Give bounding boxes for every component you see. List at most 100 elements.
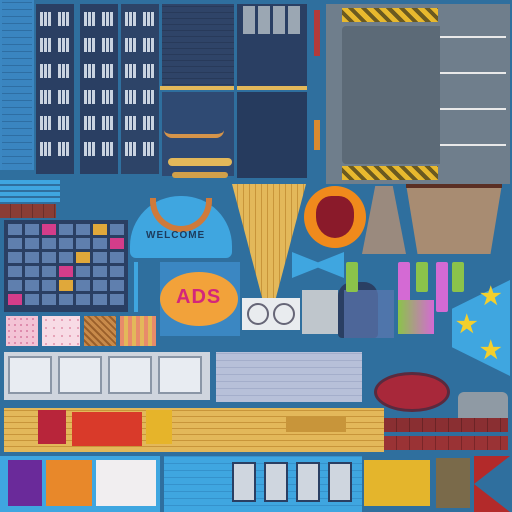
shop-window bbox=[8, 356, 52, 394]
grid-cell bbox=[8, 266, 22, 277]
grid-cell bbox=[93, 280, 107, 291]
tower-window bbox=[102, 90, 114, 104]
poster-yellow bbox=[364, 460, 430, 506]
wood-curve-2 bbox=[168, 158, 232, 166]
grid-cell bbox=[42, 266, 56, 277]
ads-logo-text: ADS bbox=[176, 286, 222, 308]
tower-window bbox=[84, 90, 96, 104]
popcorn-pattern bbox=[120, 316, 156, 346]
tower-window bbox=[40, 12, 52, 26]
red-triangle bbox=[474, 456, 510, 512]
red-pipe bbox=[314, 10, 320, 56]
grid-cell bbox=[42, 252, 56, 263]
tower-window bbox=[84, 116, 96, 130]
poster-white bbox=[96, 460, 156, 506]
grid-cell bbox=[93, 252, 107, 263]
shop-window bbox=[158, 356, 202, 394]
grid-cell bbox=[76, 224, 90, 235]
grid-cell bbox=[59, 224, 73, 235]
grid-cell bbox=[110, 294, 124, 305]
welcome-text: WELCOME bbox=[146, 230, 206, 241]
star-icon-1: ★ bbox=[480, 283, 503, 310]
grid-cell bbox=[42, 224, 56, 235]
grid-cell bbox=[25, 266, 39, 277]
brick-strip bbox=[0, 204, 56, 218]
grid-cell bbox=[110, 224, 124, 235]
poster-2 bbox=[72, 412, 142, 446]
gray-box bbox=[302, 290, 338, 334]
grid-cell bbox=[110, 266, 124, 277]
poster-3 bbox=[146, 410, 172, 444]
glass-panel bbox=[328, 462, 352, 502]
shop-window bbox=[58, 356, 102, 394]
dark-panel bbox=[237, 92, 307, 178]
grid-cell bbox=[110, 252, 124, 263]
blue-bracket bbox=[134, 262, 138, 312]
tower-window bbox=[125, 90, 137, 104]
grid-cell bbox=[8, 280, 22, 291]
blue-fabric bbox=[344, 290, 394, 338]
grid-cell bbox=[76, 280, 90, 291]
tower-window bbox=[40, 64, 52, 78]
grid-cell bbox=[25, 294, 39, 305]
grid-cell bbox=[93, 266, 107, 277]
tower-window bbox=[125, 116, 137, 130]
tower-window bbox=[58, 38, 70, 52]
red-oval-mat bbox=[374, 372, 450, 412]
grid-cell bbox=[25, 238, 39, 249]
tower-window bbox=[58, 90, 70, 104]
grid-cell bbox=[25, 280, 39, 291]
neon-bar bbox=[436, 262, 448, 312]
glass-panel bbox=[264, 462, 288, 502]
rooftop-window-grid bbox=[243, 6, 301, 34]
tower-window bbox=[125, 12, 137, 26]
tower-window bbox=[58, 116, 70, 130]
awning-trim bbox=[406, 184, 502, 188]
round-logo-inner bbox=[316, 196, 354, 238]
tower-window bbox=[84, 38, 96, 52]
tower-window bbox=[40, 38, 52, 52]
grid-cell bbox=[59, 266, 73, 277]
blue-bars bbox=[0, 180, 60, 202]
tower-window bbox=[143, 116, 155, 130]
tower-window bbox=[102, 64, 114, 78]
grid-cell bbox=[110, 238, 124, 249]
brick-wall-panel bbox=[162, 4, 234, 90]
pink-pattern-1 bbox=[6, 316, 38, 346]
tower-window bbox=[102, 116, 114, 130]
blue-bow bbox=[292, 252, 344, 278]
grid-cell bbox=[42, 238, 56, 249]
tower-window bbox=[84, 64, 96, 78]
door-panel bbox=[436, 458, 470, 508]
pink-pattern-2 bbox=[42, 316, 80, 346]
tower-window bbox=[58, 12, 70, 26]
grid-cell bbox=[8, 238, 22, 249]
grid-cell bbox=[93, 238, 107, 249]
grid-cell bbox=[59, 238, 73, 249]
grid-cell bbox=[76, 238, 90, 249]
tower-window bbox=[84, 142, 96, 156]
tower-window bbox=[58, 64, 70, 78]
tan-awning-right bbox=[406, 184, 502, 254]
star-icon-3: ★ bbox=[480, 337, 503, 364]
fan-2 bbox=[273, 303, 295, 325]
poster-orange bbox=[46, 460, 92, 506]
star-icon-2: ★ bbox=[456, 311, 479, 338]
parking-stripes bbox=[440, 10, 506, 180]
shop-window bbox=[108, 356, 152, 394]
tower-window bbox=[102, 12, 114, 26]
grid-cell bbox=[93, 224, 107, 235]
neon-bar bbox=[346, 262, 358, 292]
tower-window bbox=[125, 64, 137, 78]
grid-cell bbox=[59, 252, 73, 263]
texture-atlas: WELCOME ADS ★ ★ ★ bbox=[0, 0, 512, 512]
tower-window bbox=[102, 142, 114, 156]
tower-window bbox=[40, 90, 52, 104]
brown-pattern bbox=[84, 316, 116, 346]
grid-cell bbox=[76, 252, 90, 263]
grid-cell bbox=[76, 266, 90, 277]
tower-window bbox=[40, 142, 52, 156]
poster-purple bbox=[8, 460, 42, 506]
grid-cell bbox=[93, 294, 107, 305]
grid-cell bbox=[25, 252, 39, 263]
